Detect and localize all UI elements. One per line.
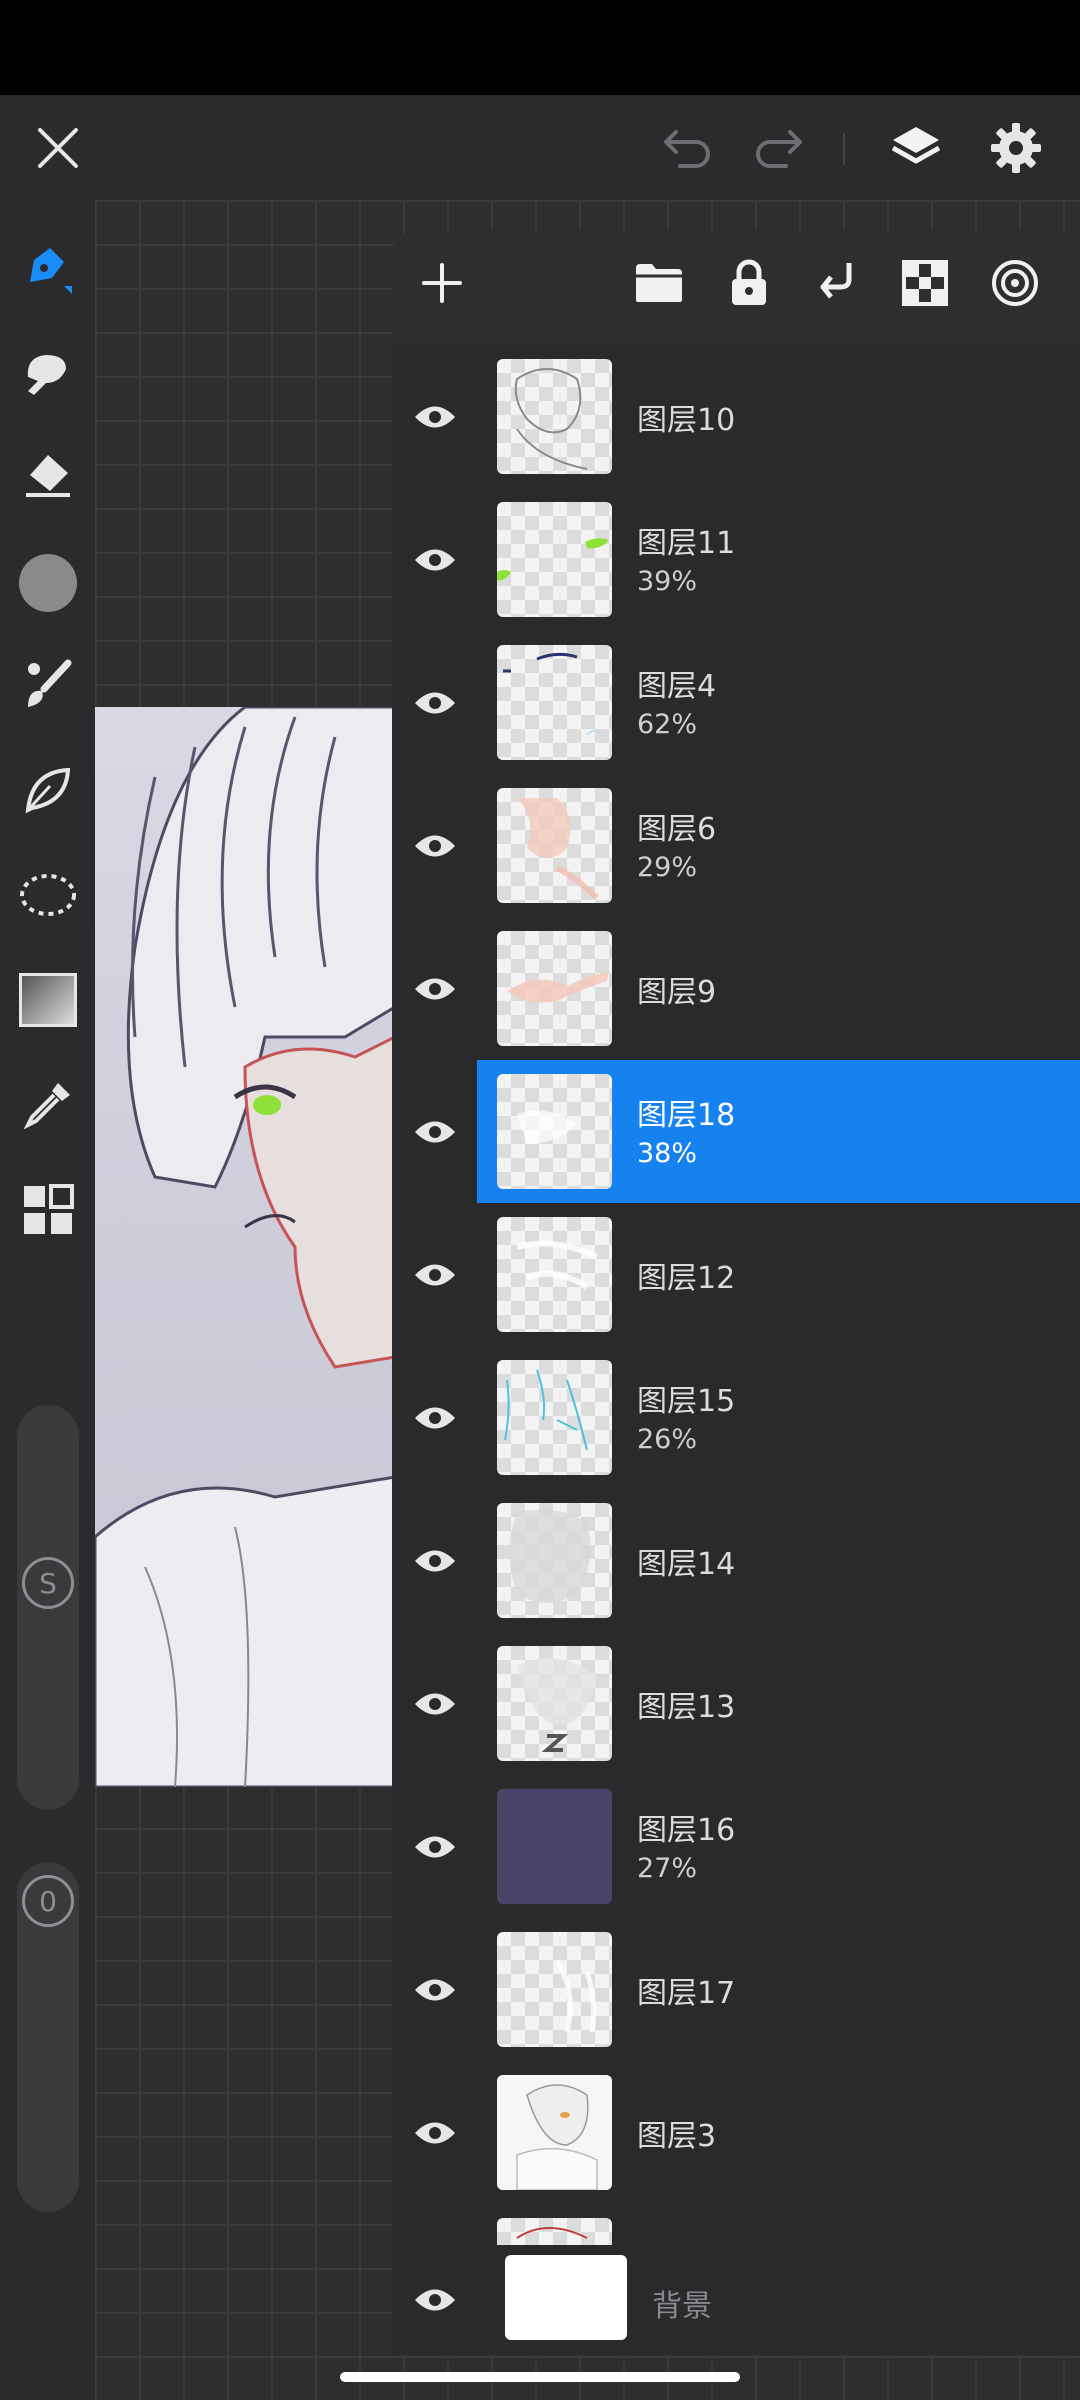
layer-thumbnail [497, 788, 612, 903]
visibility-eye-icon[interactable] [392, 631, 477, 774]
close-icon[interactable] [18, 95, 98, 200]
merge-down-icon[interactable] [802, 248, 872, 318]
layer-row[interactable]: 图层14 [392, 1489, 1080, 1634]
toolbar-divider [843, 133, 845, 165]
gradient-icon[interactable] [0, 955, 95, 1045]
artwork-canvas[interactable] [95, 707, 395, 1787]
layer-thumbnail [497, 931, 612, 1046]
layer-row[interactable]: 图层13 [392, 1632, 1080, 1777]
visibility-eye-icon[interactable] [392, 2245, 477, 2355]
redo-icon[interactable] [738, 95, 818, 200]
layer-thumbnail [497, 1646, 612, 1761]
pen-tool-icon[interactable] [0, 225, 95, 315]
top-bar [0, 95, 1080, 200]
visibility-eye-icon[interactable] [392, 1489, 477, 1632]
visibility-eye-icon[interactable] [392, 1346, 477, 1489]
layer-opacity: 38% [637, 1138, 698, 1169]
layers-icon[interactable] [876, 95, 956, 200]
visibility-eye-icon[interactable] [392, 2061, 477, 2204]
layer-row[interactable]: 图层3 [392, 2061, 1080, 2206]
layer-name: 图层17 [637, 1976, 736, 2011]
layer-row[interactable]: 图层17 [392, 1918, 1080, 2063]
layer-row[interactable]: 图层9 [392, 917, 1080, 1062]
layer-row[interactable]: 图层11 39% [392, 488, 1080, 633]
layer-opacity: 27% [637, 1853, 698, 1884]
color-picker-circle[interactable] [0, 538, 95, 628]
size-slider-label: S [17, 1552, 79, 1614]
smudge-tool-icon[interactable] [0, 330, 95, 420]
layer-thumbnail [497, 1217, 612, 1332]
layer-row-selected[interactable]: 图层18 38% [392, 1060, 1080, 1205]
layer-opacity: 62% [637, 709, 698, 740]
folder-icon[interactable] [624, 248, 694, 318]
settings-icon[interactable] [976, 95, 1056, 200]
layer-thumbnail [497, 1074, 612, 1189]
layer-thumbnail [497, 645, 612, 760]
visibility-eye-icon[interactable] [392, 917, 477, 1060]
layer-name: 图层6 [637, 812, 717, 847]
layer-row[interactable]: 图层4 62% [392, 631, 1080, 776]
layer-row[interactable]: 图层10 [392, 345, 1080, 490]
eraser-tool-icon[interactable] [0, 432, 95, 522]
eyedropper-icon[interactable] [0, 1060, 95, 1150]
background-layer-name: 背景 [652, 2289, 712, 2324]
visibility-eye-icon[interactable] [392, 1203, 477, 1346]
layer-thumbnail [497, 359, 612, 474]
layer-thumbnail [497, 502, 612, 617]
alpha-lock-icon[interactable] [890, 248, 960, 318]
layer-name: 图层15 [637, 1384, 736, 1419]
layer-name: 图层18 [637, 1098, 736, 1133]
layer-name: 图层11 [637, 526, 736, 561]
layer-thumbnail [497, 1789, 612, 1904]
visibility-eye-icon[interactable] [392, 1775, 477, 1918]
visibility-eye-icon[interactable] [392, 345, 477, 488]
layer-name: 图层3 [637, 2119, 717, 2154]
layer-row[interactable]: 图层6 29% [392, 774, 1080, 919]
lasso-fill-icon[interactable] [0, 745, 95, 835]
layer-name: 图层13 [637, 1690, 736, 1725]
selection-icon[interactable] [0, 850, 95, 940]
undo-icon[interactable] [648, 95, 728, 200]
layers-panel-header [392, 230, 1080, 345]
visibility-eye-icon[interactable] [392, 774, 477, 917]
blend-mode-icon[interactable] [980, 248, 1050, 318]
layer-name: 图层10 [637, 403, 736, 438]
visibility-eye-icon[interactable] [392, 1918, 477, 2061]
add-layer-icon[interactable] [407, 248, 477, 318]
layer-thumbnail [497, 2075, 612, 2190]
status-bar [0, 0, 1080, 95]
layer-name: 图层4 [637, 669, 717, 704]
layer-opacity: 29% [637, 852, 698, 883]
opacity-slider-label: 0 [17, 1870, 79, 1932]
layer-row[interactable]: 图层12 [392, 1203, 1080, 1348]
layer-row[interactable]: 图层15 26% [392, 1346, 1080, 1491]
brush-tool-icon[interactable] [0, 640, 95, 730]
visibility-eye-icon[interactable] [392, 488, 477, 631]
visibility-eye-icon[interactable] [392, 1060, 477, 1203]
layer-row[interactable]: 图层16 27% [392, 1775, 1080, 1920]
background-layer-row[interactable]: 背景 [392, 2245, 1080, 2355]
layer-name: 图层16 [637, 1813, 736, 1848]
more-tools-icon[interactable] [0, 1165, 95, 1255]
lock-icon[interactable] [714, 248, 784, 318]
background-thumbnail [505, 2255, 627, 2340]
home-indicator[interactable] [340, 2372, 740, 2382]
layer-thumbnail [497, 1503, 612, 1618]
visibility-eye-icon[interactable] [392, 1632, 477, 1775]
layer-name: 图层9 [637, 975, 717, 1010]
layer-name: 图层14 [637, 1547, 736, 1582]
layer-opacity: 26% [637, 1424, 698, 1455]
tool-sidebar: S 0 [0, 200, 95, 2400]
layer-name: 图层12 [637, 1261, 736, 1296]
layer-opacity: 39% [637, 566, 698, 597]
layer-thumbnail [497, 1932, 612, 2047]
layers-panel: 图层10 图层11 39% 图层4 62% 图层6 29% 图层9 图层18 3… [392, 230, 1080, 2355]
layer-thumbnail [497, 1360, 612, 1475]
